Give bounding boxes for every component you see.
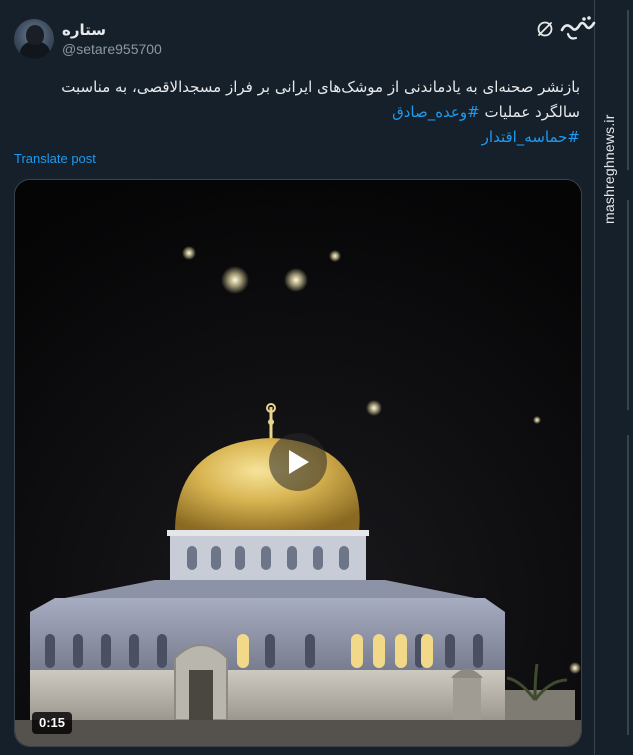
- scroll-indicator: [627, 10, 629, 170]
- display-name[interactable]: ستاره: [62, 21, 106, 39]
- play-button[interactable]: [269, 433, 327, 491]
- video-player[interactable]: 0:15: [14, 179, 582, 747]
- hashtag-link[interactable]: #وعده_صادق: [392, 103, 480, 121]
- watermark-url: mashreghnews.ir: [601, 114, 617, 224]
- hashtag-link[interactable]: #حماسه_اقتدار: [482, 128, 580, 146]
- mashregh-logo-icon: [560, 14, 596, 42]
- scroll-indicator: [627, 200, 629, 410]
- avatar[interactable]: [14, 19, 54, 59]
- timeline-border: [594, 0, 595, 755]
- translate-post-link[interactable]: Translate post: [14, 151, 96, 166]
- scroll-indicator: [627, 435, 629, 735]
- play-icon: [289, 450, 309, 474]
- post-text-body: بازنشر صحنه‌ای به یادماندنی از موشک‌های …: [61, 78, 580, 121]
- post-text: بازنشر صحنه‌ای به یادماندنی از موشک‌های …: [14, 75, 580, 150]
- video-duration: 0:15: [32, 712, 73, 734]
- user-handle[interactable]: @setare955700: [62, 41, 162, 57]
- tweet-screenshot: mashreghnews.ir ستاره @setare955700 بازن…: [0, 0, 633, 755]
- grok-icon[interactable]: [536, 20, 554, 38]
